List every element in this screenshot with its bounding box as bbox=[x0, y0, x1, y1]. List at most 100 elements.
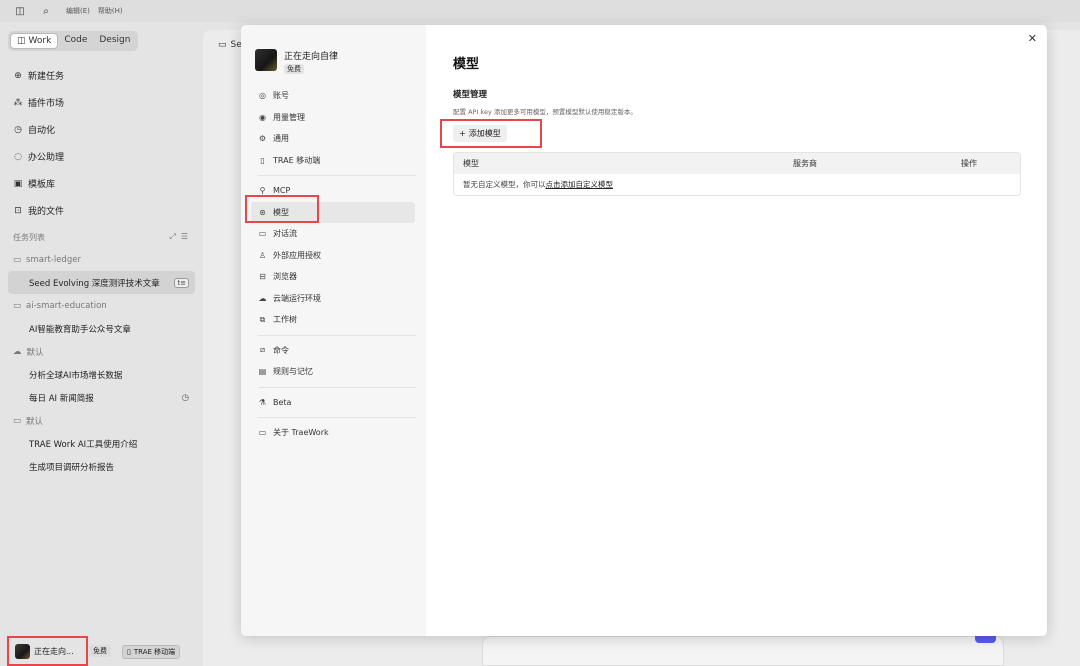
conversation-icon: ▭ bbox=[258, 229, 267, 239]
settings-nav-item[interactable]: ▭ 关于 TraeWork bbox=[251, 422, 415, 444]
filter-icon[interactable]: ☰ bbox=[181, 232, 188, 241]
settings-nav-item[interactable]: ⊟ 浏览器 bbox=[251, 266, 415, 288]
folder-icon: ▭ bbox=[13, 254, 22, 265]
user-profile-button[interactable]: 正在走向... bbox=[7, 636, 88, 666]
sidebar-item[interactable]: ⊕ 新建任务 bbox=[13, 62, 64, 89]
empty-row: 暂无自定义模型，你可以 点击添加自定义模型 bbox=[463, 179, 614, 190]
settings-nav-item[interactable]: ◉ 用量管理 bbox=[251, 107, 415, 129]
cloud-icon: ☁ bbox=[258, 293, 267, 303]
settings-nav-item[interactable]: ☁ 云端运行环境 bbox=[251, 288, 415, 310]
settings-icon: ⚙ bbox=[258, 134, 267, 144]
mode-switcher: ◫ Work Code Design bbox=[8, 31, 139, 51]
user-bar: 正在走向... 免费 ▯ TRAE 移动端 bbox=[0, 630, 203, 666]
divider bbox=[258, 334, 416, 336]
sidebar-nav: ⊕ 新建任务 ⁂ 插件市场 ◷ 自动化 ◌ 办公助理 ▣ 模板库 ⊡ 我的文件 bbox=[13, 62, 65, 224]
plan-badge: 免费 bbox=[89, 645, 111, 657]
plus-circle-icon: ⊕ bbox=[14, 70, 22, 81]
book-icon: ◫ bbox=[17, 36, 26, 46]
chat-icon: ◌ bbox=[14, 151, 22, 162]
settings-nav-item[interactable]: ▭ 对话流 bbox=[251, 223, 415, 245]
divider bbox=[258, 386, 416, 388]
rules-icon: ▤ bbox=[258, 367, 267, 377]
sidebar: ◫ Work Code Design ⊕ 新建任务 ⁂ 插件市场 ◷ 自动化 ◌ 办公助理 ▣ 模板… bbox=[0, 22, 203, 666]
section-description: 配置 API key 添加更多可用模型，预置模型默认使用稳定版本。 bbox=[453, 108, 637, 116]
profile-name: 正在走向自律 bbox=[284, 52, 339, 62]
mobile-icon: ▯ bbox=[127, 648, 131, 656]
sidebar-toggle-icon[interactable]: ◫ bbox=[14, 5, 26, 17]
menu-edit[interactable]: 编辑(E) bbox=[66, 6, 90, 16]
plugin-icon: ⁂ bbox=[13, 97, 23, 108]
main-header: ▭ Se bbox=[218, 40, 242, 50]
task-group[interactable]: ▭ smart-ledger bbox=[13, 248, 195, 271]
expand-icon[interactable]: ⤢ bbox=[169, 232, 175, 241]
list-item[interactable]: TRAE Work AI工具使用介绍 bbox=[13, 432, 195, 455]
sidebar-item[interactable]: ⊡ 我的文件 bbox=[13, 197, 64, 224]
settings-nav-item[interactable]: ⚗ Beta bbox=[251, 392, 415, 414]
settings-content: ✕ 模型 模型管理 配置 API key 添加更多可用模型，预置模型默认使用稳定… bbox=[426, 25, 1047, 636]
task-group[interactable]: ☁ 默认 bbox=[13, 340, 195, 363]
sidebar-item[interactable]: ⁂ 插件市场 bbox=[13, 89, 65, 116]
search-icon[interactable]: ⌕ bbox=[40, 5, 52, 17]
template-icon: ▣ bbox=[13, 178, 23, 189]
folder-icon: ▭ bbox=[13, 300, 22, 311]
sidebar-item[interactable]: ▣ 模板库 bbox=[13, 170, 64, 197]
external-auth-icon: ♙ bbox=[258, 250, 267, 260]
chat-input-area[interactable] bbox=[482, 636, 1004, 666]
cloud-icon: ☁ bbox=[13, 346, 22, 357]
beta-icon: ⚗ bbox=[258, 397, 267, 407]
divider bbox=[258, 417, 416, 418]
add-custom-model-link[interactable]: 点击添加自定义模型 bbox=[546, 179, 614, 190]
mode-design[interactable]: Design bbox=[93, 33, 136, 49]
list-item[interactable]: Seed Evolving 深度测评技术文章 t≡ bbox=[8, 271, 195, 294]
section-title: 模型管理 bbox=[453, 90, 488, 100]
models-table: 模型 服务商 操作 暂无自定义模型，你可以 点击添加自定义模型 bbox=[453, 152, 1021, 196]
mode-work[interactable]: ◫ Work bbox=[10, 33, 59, 49]
account-icon: ◎ bbox=[259, 91, 266, 101]
avatar bbox=[255, 49, 277, 71]
menu-help[interactable]: 帮助(H) bbox=[98, 6, 123, 16]
settings-nav-item[interactable]: ⚙ 通用 bbox=[251, 128, 415, 150]
add-model-button[interactable]: + 添加模型 bbox=[453, 125, 507, 142]
settings-modal: 正在走向自律 免费 ◎ 账号 ◉ 用量管理 ⚙ 通用 ▯ TRAE 移动端 ⚲ MCP ⊛ 模型 ▭ 对话… bbox=[241, 25, 1047, 636]
mobile-icon: ▯ bbox=[260, 155, 265, 165]
plan-badge: 免费 bbox=[284, 64, 304, 74]
settings-nav-item[interactable]: ♙ 外部应用授权 bbox=[251, 245, 415, 267]
clock-icon: ◷ bbox=[14, 124, 22, 135]
table-header: 模型 服务商 操作 bbox=[454, 153, 1020, 174]
close-icon[interactable]: ✕ bbox=[1028, 32, 1037, 45]
divider bbox=[258, 175, 416, 176]
alarm-icon: ◷ bbox=[181, 392, 189, 403]
settings-nav-item[interactable]: ▯ TRAE 移动端 bbox=[251, 150, 415, 172]
plus-icon: + bbox=[459, 129, 466, 138]
mcp-icon: ⚲ bbox=[259, 186, 266, 196]
task-group[interactable]: ▭ ai-smart-education bbox=[13, 294, 195, 317]
settings-nav-item[interactable]: ⧄ 命令 bbox=[251, 340, 415, 362]
usage-icon: ◉ bbox=[259, 112, 266, 122]
command-icon: ⧄ bbox=[259, 345, 266, 355]
settings-nav-item[interactable]: ▤ 规则与记忆 bbox=[251, 361, 415, 383]
task-group[interactable]: ▭ 默认 bbox=[13, 409, 195, 432]
list-icon[interactable]: t≡ bbox=[174, 277, 189, 288]
user-name: 正在走向... bbox=[34, 646, 74, 656]
mobile-button[interactable]: ▯ TRAE 移动端 bbox=[122, 645, 181, 659]
list-item[interactable]: 每日 AI 新闻简报 ◷ bbox=[13, 386, 195, 409]
browser-icon: ⊟ bbox=[259, 272, 266, 282]
list-item[interactable]: 分析全球AI市场增长数据 bbox=[13, 363, 195, 386]
col-actions: 操作 bbox=[961, 159, 977, 168]
col-provider: 服务商 bbox=[793, 159, 817, 168]
settings-nav-item[interactable]: ◎ 账号 bbox=[251, 85, 415, 107]
avatar bbox=[15, 643, 30, 659]
settings-nav-item[interactable]: ⧉ 工作树 bbox=[251, 309, 415, 331]
col-model: 模型 bbox=[463, 159, 479, 168]
task-list: ▭ smart-ledger Seed Evolving 深度测评技术文章 t≡ ▭ ai… bbox=[8, 248, 195, 478]
tasks-header: 任务列表 ⤢ ☰ bbox=[13, 232, 188, 242]
sidebar-item[interactable]: ◌ 办公助理 bbox=[13, 143, 64, 170]
settings-nav: ◎ 账号 ◉ 用量管理 ⚙ 通用 ▯ TRAE 移动端 ⚲ MCP ⊛ 模型 ▭ 对话流 ♙ 外部应用授权 ⊟ 浏… bbox=[251, 85, 416, 444]
list-item[interactable]: 生成项目调研分析报告 bbox=[13, 455, 195, 478]
worktree-icon: ⧉ bbox=[259, 314, 266, 324]
list-item[interactable]: AI智能教育助手公众号文章 bbox=[13, 317, 195, 340]
mode-code[interactable]: Code bbox=[58, 33, 93, 49]
settings-profile: 正在走向自律 免费 bbox=[255, 49, 338, 74]
sidebar-item[interactable]: ◷ 自动化 bbox=[13, 116, 64, 143]
settings-sidebar: 正在走向自律 免费 ◎ 账号 ◉ 用量管理 ⚙ 通用 ▯ TRAE 移动端 ⚲ MCP ⊛ 模型 ▭ 对话… bbox=[241, 25, 426, 636]
